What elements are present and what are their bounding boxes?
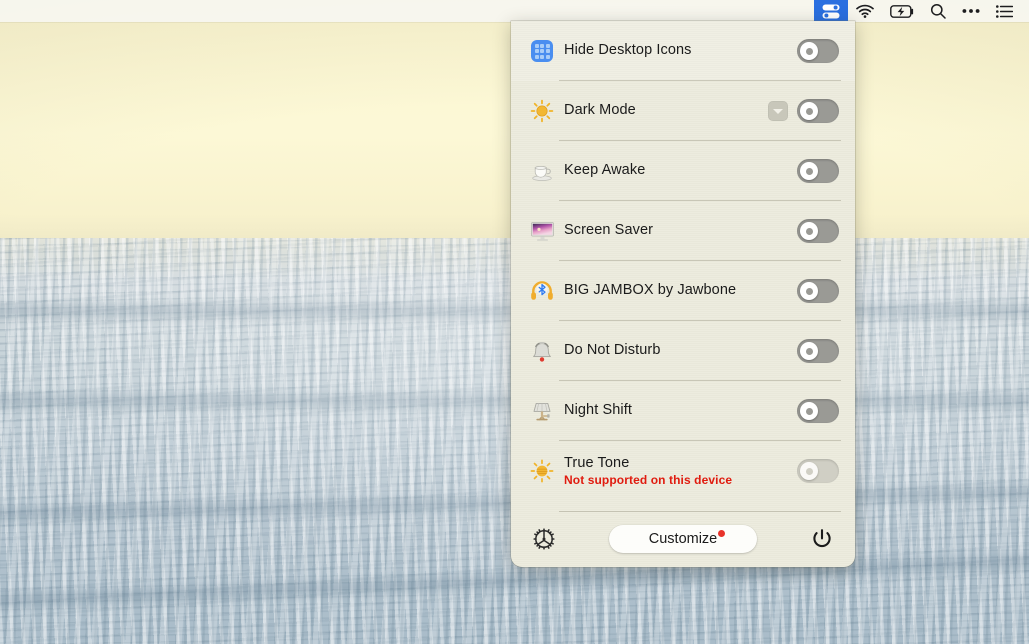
panel-footer: Customize: [511, 511, 855, 567]
row-controls: [797, 159, 839, 183]
row-screen-saver[interactable]: Screen Saver: [511, 201, 855, 261]
customize-button[interactable]: Customize: [609, 525, 757, 553]
sun-icon: [529, 98, 555, 124]
row-night-shift[interactable]: Night Shift: [511, 381, 855, 441]
toggle-night-shift[interactable]: [797, 399, 839, 423]
row-big-jambox-by-jawbone[interactable]: BIG JAMBOX by Jawbone: [511, 261, 855, 321]
row-hide-desktop-icons[interactable]: Hide Desktop Icons: [511, 21, 855, 81]
menu-bar: [0, 0, 1029, 22]
chevron-down-icon[interactable]: [768, 101, 788, 121]
headphones-bluetooth-icon: [529, 278, 555, 304]
row-label: Hide Desktop Icons: [564, 42, 692, 59]
row-dark-mode[interactable]: Dark Mode: [511, 81, 855, 141]
toggle-dark-mode[interactable]: [797, 99, 839, 123]
gear-icon[interactable]: [531, 526, 557, 552]
footer-separator: [559, 511, 841, 512]
toggle-screen-saver[interactable]: [797, 219, 839, 243]
row-status-note: Not supported on this device: [564, 472, 733, 487]
row-label: Night Shift: [564, 402, 632, 419]
power-icon[interactable]: [809, 526, 835, 552]
menubar-search-icon[interactable]: [922, 0, 954, 22]
toggle-true-tone: [797, 459, 839, 483]
row-do-not-disturb[interactable]: Do Not Disturb: [511, 321, 855, 381]
row-label: BIG JAMBOX by Jawbone: [564, 282, 737, 299]
toggle-list: Hide Desktop Icons Dark Mode Keep Awake …: [511, 21, 855, 511]
row-controls: [797, 459, 839, 483]
menubar-battery-charging-icon[interactable]: [882, 0, 922, 22]
customize-badge-dot: [718, 530, 725, 537]
row-label: True Tone Not supported on this device: [564, 455, 797, 487]
toggle-big-jambox-by-jawbone[interactable]: [797, 279, 839, 303]
lamp-icon: [529, 398, 555, 424]
row-controls: [797, 279, 839, 303]
row-label: Dark Mode: [564, 102, 636, 119]
screen-saver-icon: [529, 218, 555, 244]
customize-label: Customize: [648, 531, 718, 547]
bell-icon: [529, 338, 555, 364]
menubar-control-center-icon[interactable]: [954, 0, 988, 22]
toggle-hide-desktop-icons[interactable]: [797, 39, 839, 63]
toggle-do-not-disturb[interactable]: [797, 339, 839, 363]
row-label: Do Not Disturb: [564, 342, 661, 359]
row-title: True Tone: [564, 454, 630, 471]
row-label: Screen Saver: [564, 222, 654, 239]
row-controls: [768, 99, 839, 123]
menubar-notification-center-icon[interactable]: [988, 0, 1021, 22]
desktop-icons-grid-icon: [529, 38, 555, 64]
menubar-wifi-icon[interactable]: [848, 0, 882, 22]
row-controls: [797, 39, 839, 63]
one-switch-panel: Hide Desktop Icons Dark Mode Keep Awake …: [511, 21, 855, 567]
row-controls: [797, 399, 839, 423]
toggle-keep-awake[interactable]: [797, 159, 839, 183]
row-label: Keep Awake: [564, 162, 646, 179]
row-true-tone: True Tone Not supported on this device: [511, 441, 855, 501]
menubar-one-switch-icon[interactable]: [814, 0, 848, 22]
row-controls: [797, 219, 839, 243]
sun-bright-icon: [529, 458, 555, 484]
coffee-cup-icon: [529, 158, 555, 184]
row-controls: [797, 339, 839, 363]
row-keep-awake[interactable]: Keep Awake: [511, 141, 855, 201]
